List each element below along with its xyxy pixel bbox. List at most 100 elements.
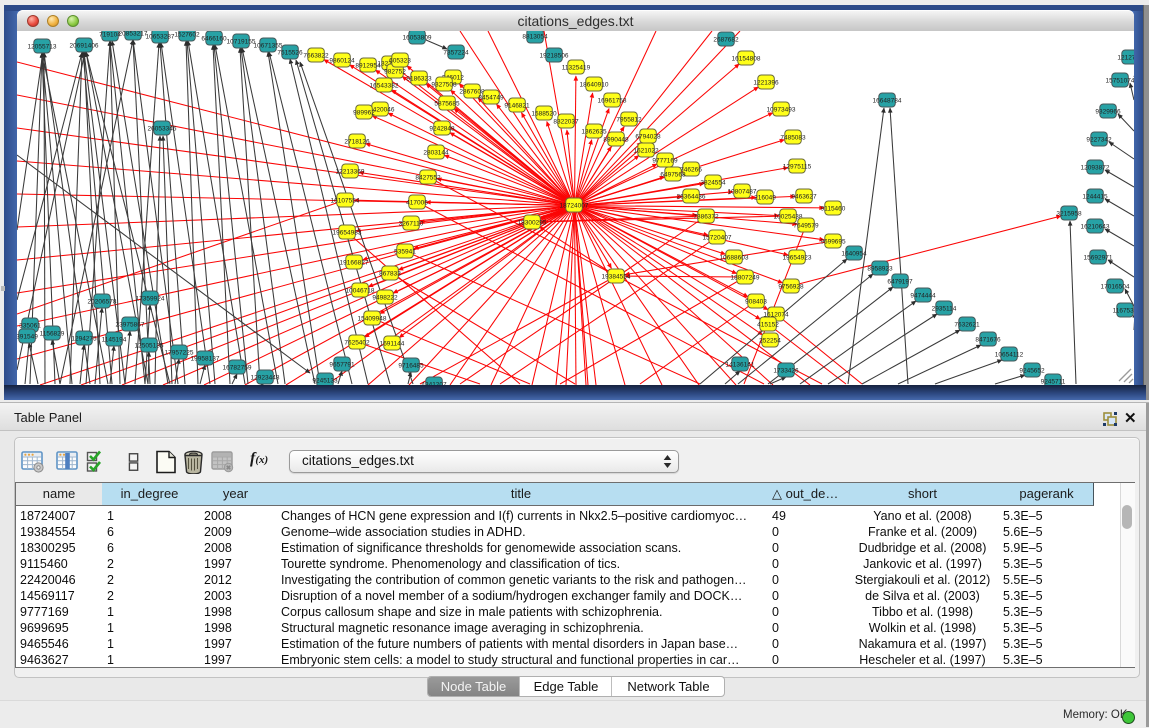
svg-text:1294275: 1294275: [71, 335, 97, 342]
svg-text:415152: 415152: [757, 321, 779, 328]
svg-text:10973493: 10973493: [767, 106, 796, 113]
svg-text:9463627: 9463627: [791, 193, 817, 200]
svg-text:16053809: 16053809: [403, 34, 432, 41]
svg-text:10654112: 10654112: [995, 351, 1024, 358]
svg-text:3824554: 3824554: [700, 179, 726, 186]
svg-text:9498222: 9498222: [372, 294, 398, 301]
svg-text:8322037: 8322037: [553, 118, 579, 125]
svg-text:8958923: 8958923: [867, 265, 893, 272]
svg-text:12505135: 12505135: [135, 342, 164, 349]
svg-text:12055713: 12055713: [28, 43, 57, 50]
svg-text:7515526: 7515526: [277, 49, 303, 56]
svg-text:9657791: 9657791: [329, 361, 355, 368]
svg-text:18300295: 18300295: [518, 219, 547, 226]
svg-text:8471676: 8471676: [975, 336, 1001, 343]
svg-text:20206578: 20206578: [88, 298, 117, 305]
svg-text:3267110: 3267110: [399, 220, 424, 227]
svg-text:908403: 908403: [745, 298, 767, 305]
svg-text:17957225: 17957225: [165, 349, 194, 356]
svg-text:7955812: 7955812: [616, 116, 642, 123]
svg-text:8990448: 8990448: [603, 136, 629, 143]
svg-text:9716485: 9716485: [398, 362, 424, 369]
svg-text:535941: 535941: [394, 248, 416, 255]
svg-text:18640910: 18640910: [580, 81, 609, 88]
svg-text:16543382: 16543382: [370, 82, 399, 89]
svg-text:9242848: 9242848: [429, 125, 455, 132]
svg-text:335061: 335061: [19, 322, 41, 329]
svg-text:19218506: 19218506: [540, 52, 569, 59]
svg-text:8427552: 8427552: [415, 174, 441, 181]
svg-text:2803144: 2803144: [423, 149, 449, 156]
svg-text:9115460: 9115460: [821, 205, 846, 212]
svg-text:10807487: 10807487: [728, 188, 757, 195]
svg-text:1527602: 1527602: [174, 31, 200, 38]
svg-text:9146821: 9146821: [504, 102, 530, 109]
svg-text:18807249: 18807249: [731, 274, 760, 281]
svg-text:9860124: 9860124: [329, 57, 355, 64]
svg-text:989962: 989962: [353, 109, 375, 116]
svg-text:10671355: 10671355: [254, 42, 283, 49]
svg-text:16154808: 16154808: [732, 55, 761, 62]
svg-text:1733426: 1733426: [773, 367, 799, 374]
svg-text:9245133: 9245133: [312, 377, 338, 384]
svg-text:23975867: 23975867: [116, 321, 145, 328]
svg-text:12213369: 12213369: [336, 168, 365, 175]
svg-text:9327508: 9327508: [431, 81, 457, 88]
svg-text:19166827: 19166827: [340, 259, 369, 266]
svg-text:2718126: 2718126: [344, 138, 370, 145]
svg-text:6794028: 6794028: [635, 133, 661, 140]
svg-text:16961758: 16961758: [598, 97, 627, 104]
svg-text:16782759: 16782759: [223, 364, 252, 371]
svg-text:10653287: 10653287: [146, 33, 175, 40]
svg-text:6497568: 6497568: [660, 171, 686, 178]
svg-text:867833: 867833: [379, 270, 401, 277]
svg-text:9474444: 9474444: [910, 292, 936, 299]
svg-text:11325419: 11325419: [562, 64, 591, 71]
svg-text:14136141: 14136141: [726, 361, 755, 368]
svg-text:8186323: 8186323: [406, 75, 432, 82]
svg-text:15692971: 15692971: [1084, 254, 1113, 261]
svg-text:17016504: 17016504: [1101, 283, 1130, 290]
svg-text:7625402: 7625402: [344, 339, 370, 346]
svg-text:7485083: 7485083: [780, 134, 806, 141]
svg-text:1244415: 1244415: [1082, 193, 1108, 200]
svg-text:1640954: 1640954: [841, 250, 867, 257]
svg-text:26053346: 26053346: [148, 125, 177, 132]
svg-text:16648784: 16648784: [873, 97, 902, 104]
svg-text:8454749: 8454749: [478, 94, 504, 101]
svg-text:17359924: 17359924: [136, 295, 165, 302]
svg-text:1156829: 1156829: [40, 330, 65, 337]
svg-text:26364436: 26364436: [677, 193, 706, 200]
svg-text:19654923: 19654923: [783, 254, 812, 261]
svg-text:9777169: 9777169: [652, 157, 678, 164]
svg-text:9245711: 9245711: [1041, 378, 1066, 385]
svg-text:7386372: 7386372: [693, 213, 719, 220]
svg-text:7649579: 7649579: [793, 222, 819, 229]
svg-text:4341207: 4341207: [421, 381, 447, 385]
svg-text:12975115: 12975115: [783, 163, 812, 170]
svg-text:2935114: 2935114: [932, 305, 957, 312]
svg-text:18724007: 18724007: [560, 202, 589, 209]
svg-text:417006: 417006: [406, 199, 428, 206]
svg-text:19958137: 19958137: [191, 355, 220, 362]
svg-text:1145194: 1145194: [102, 336, 127, 343]
svg-text:1167534: 1167534: [1113, 307, 1134, 314]
svg-text:9245652: 9245652: [1019, 367, 1045, 374]
svg-text:2687682: 2687682: [713, 36, 739, 43]
svg-text:7632621: 7632621: [954, 321, 980, 328]
svg-text:252254: 252254: [759, 337, 781, 344]
svg-text:9756928: 9756928: [778, 283, 804, 290]
svg-text:9329966: 9329966: [1095, 108, 1121, 115]
svg-text:20691406: 20691406: [70, 42, 99, 49]
svg-text:1621022: 1621022: [633, 147, 659, 154]
svg-text:19654983: 19654983: [333, 229, 362, 236]
svg-text:8813054: 8813054: [522, 33, 548, 40]
svg-text:10046718: 10046718: [346, 287, 375, 294]
svg-text:1588520: 1588520: [531, 110, 557, 117]
svg-text:16107554: 16107554: [331, 197, 360, 204]
svg-text:605323: 605323: [389, 57, 411, 64]
svg-text:10688603: 10688603: [720, 254, 749, 261]
svg-text:15409948: 15409948: [358, 315, 387, 322]
svg-text:1691144: 1691144: [380, 340, 405, 347]
svg-text:391549: 391549: [17, 333, 38, 340]
